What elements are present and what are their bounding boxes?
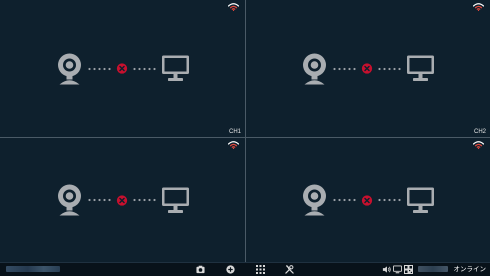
webcam-icon — [56, 184, 82, 216]
dots-separator — [87, 198, 111, 202]
monitor-icon — [407, 55, 435, 82]
qr-code-icon[interactable] — [404, 265, 413, 274]
monitor-icon — [407, 187, 435, 214]
display-icon[interactable] — [393, 265, 402, 274]
monitor-icon — [161, 55, 189, 82]
connection-status — [302, 184, 435, 216]
record-icon[interactable] — [196, 265, 205, 274]
taskbar: オンライン — [0, 262, 490, 276]
error-x-icon — [116, 195, 127, 206]
wifi-icon — [228, 3, 239, 11]
dots-separator — [378, 198, 402, 202]
redacted-text — [418, 266, 448, 272]
redacted-text — [6, 266, 60, 272]
add-icon[interactable] — [226, 265, 235, 274]
dots-separator — [87, 67, 111, 71]
tools-icon[interactable] — [285, 265, 294, 274]
error-x-icon — [362, 63, 373, 74]
error-x-icon — [362, 195, 373, 206]
webcam-icon — [56, 53, 82, 85]
webcam-icon — [302, 184, 328, 216]
dots-separator — [333, 198, 357, 202]
wifi-icon — [473, 141, 484, 149]
dots-separator — [378, 67, 402, 71]
connection-status — [302, 53, 435, 85]
wifi-icon — [228, 141, 239, 149]
dots-separator — [333, 67, 357, 71]
connection-status-text: オンライン — [453, 266, 487, 273]
camera-grid: CH1 CH2 — [0, 0, 490, 262]
camera-pane-3[interactable] — [0, 138, 245, 262]
dots-separator — [132, 67, 156, 71]
camera-pane-1[interactable]: CH1 — [0, 0, 245, 137]
webcam-icon — [302, 53, 328, 85]
channel-label: CH1 — [228, 129, 241, 135]
camera-pane-4[interactable] — [246, 138, 490, 262]
dots-separator — [132, 198, 156, 202]
camera-pane-2[interactable]: CH2 — [246, 0, 490, 137]
error-x-icon — [116, 63, 127, 74]
channel-label: CH2 — [473, 129, 486, 135]
connection-status — [56, 184, 189, 216]
volume-icon[interactable] — [382, 265, 391, 274]
connection-status — [56, 53, 189, 85]
grid-layout-icon[interactable] — [256, 265, 265, 274]
wifi-icon — [473, 3, 484, 11]
monitor-icon — [161, 187, 189, 214]
